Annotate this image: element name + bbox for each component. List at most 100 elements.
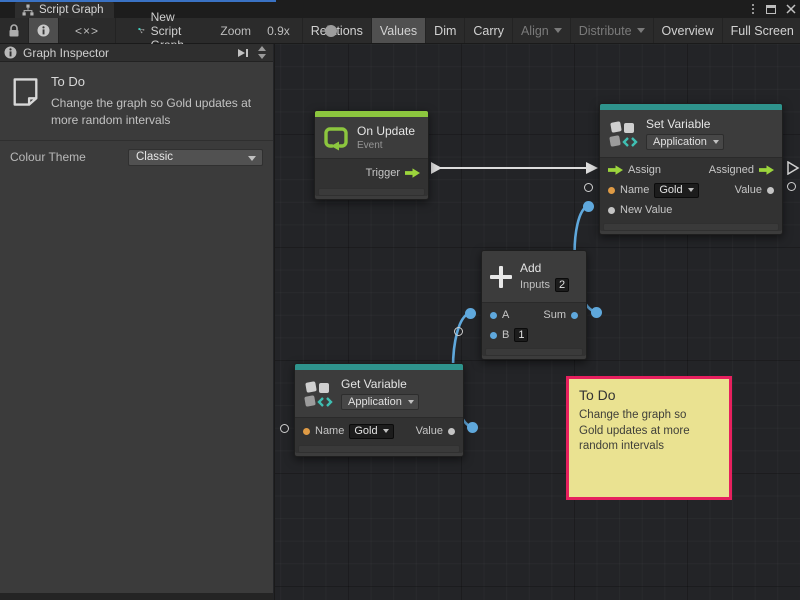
script-graph-icon <box>22 4 34 16</box>
lock-button[interactable] <box>0 18 29 43</box>
wire-endpoint-add-sum[interactable] <box>591 307 602 318</box>
graph-summary-body: Change the graph so Gold updates at more… <box>51 95 263 130</box>
unconnected-port-marker[interactable] <box>787 182 796 191</box>
unconnected-port-marker[interactable] <box>280 424 289 433</box>
flow-continuation-triangle[interactable] <box>787 161 800 175</box>
info-icon <box>4 46 17 59</box>
variables-icon <box>608 119 638 149</box>
trigger-port-label: Trigger <box>366 167 400 179</box>
graph-inspector-title: Graph Inspector <box>23 46 231 60</box>
tab-bar: Script Graph <box>0 0 800 18</box>
node-title: Get Variable <box>341 377 419 391</box>
variable-scope-dropdown[interactable]: Application <box>341 394 419 410</box>
name-input-port[interactable] <box>303 428 310 435</box>
unconnected-port-marker[interactable] <box>454 327 463 336</box>
inputs-count-field[interactable]: 2 <box>555 278 569 292</box>
sticky-note-body: Change the graph so Gold updates at more… <box>579 408 703 455</box>
values-button[interactable]: Values <box>371 18 425 43</box>
distribute-button[interactable]: Distribute <box>570 18 653 43</box>
values-code-toggle-button[interactable]: <×> <box>59 18 116 43</box>
scroll-down-icon[interactable] <box>258 54 266 59</box>
a-port-label: A <box>502 309 509 321</box>
panel-bottom-strip <box>0 593 273 600</box>
name-input-port[interactable] <box>608 187 615 194</box>
code-toggle-glyph: <×> <box>75 24 99 38</box>
window-controls <box>750 0 796 18</box>
graph-inspector-panel: To Do Change the graph so Gold updates a… <box>0 62 273 593</box>
more-menu-icon[interactable] <box>750 2 756 16</box>
node-title: Add <box>520 261 541 275</box>
colour-theme-row: Colour Theme Classic <box>0 141 273 174</box>
node-footer <box>318 188 425 196</box>
on-update-loop-icon <box>323 125 349 151</box>
zoom-label: Zoom <box>220 24 251 38</box>
variable-scope-dropdown[interactable]: Application <box>646 134 724 150</box>
b-input-port[interactable] <box>490 332 497 339</box>
wire-endpoint-setvariable-newvalue[interactable] <box>583 201 594 212</box>
collapse-panel-icon[interactable] <box>237 47 249 59</box>
node-set-variable[interactable]: Set Variable Application Assign Assigned <box>599 103 783 235</box>
unconnected-port-marker[interactable] <box>584 183 593 192</box>
b-value-field[interactable]: 1 <box>514 328 528 342</box>
scroll-up-icon[interactable] <box>258 46 266 51</box>
node-footer <box>603 223 779 231</box>
assigned-port-label: Assigned <box>709 164 754 176</box>
value-output-port[interactable] <box>448 428 455 435</box>
sticky-note[interactable]: To Do Change the graph so Gold updates a… <box>566 376 732 500</box>
graph-canvas[interactable]: On Update Event Trigger <box>274 44 800 600</box>
chevron-down-icon <box>408 400 414 404</box>
chevron-down-icon <box>688 188 694 192</box>
node-add[interactable]: Add Inputs 2 A Sum B <box>481 250 587 360</box>
inspector-toggle-button[interactable] <box>29 18 59 43</box>
value-port-label: Value <box>416 425 443 437</box>
name-port-label: Name <box>620 184 649 196</box>
unity-visual-scripting-window: Script Graph <×> <box>0 0 800 600</box>
variable-name-dropdown[interactable]: Gold <box>349 424 393 439</box>
toolbar-button-group: Relations Values Dim Carry Align Distrib… <box>302 18 800 43</box>
sum-output-port[interactable] <box>571 312 578 319</box>
wire-endpoint-getvariable-value[interactable] <box>467 422 478 433</box>
assigned-output-port[interactable] <box>759 165 774 175</box>
maximize-icon[interactable] <box>766 5 776 14</box>
graph-summary: To Do Change the graph so Gold updates a… <box>0 62 273 141</box>
node-footer <box>485 348 583 356</box>
new-value-input-port[interactable] <box>608 207 615 214</box>
align-button[interactable]: Align <box>512 18 570 43</box>
name-port-label: Name <box>315 425 344 437</box>
chevron-down-icon <box>713 140 719 144</box>
graph-asset-icon <box>138 24 145 37</box>
a-input-port[interactable] <box>490 312 497 319</box>
overview-button[interactable]: Overview <box>653 18 722 43</box>
variables-icon <box>303 379 333 409</box>
dim-button[interactable]: Dim <box>425 18 464 43</box>
graph-summary-title: To Do <box>51 74 263 89</box>
carry-button[interactable]: Carry <box>464 18 512 43</box>
add-plus-icon <box>490 266 512 288</box>
value-output-port[interactable] <box>767 187 774 194</box>
zoom-value: 0.9x <box>267 24 290 38</box>
full-screen-button[interactable]: Full Screen <box>722 18 800 43</box>
assign-input-port[interactable] <box>608 165 623 175</box>
graph-inspector-header: Graph Inspector <box>0 44 273 62</box>
node-title: On Update <box>357 124 415 138</box>
chevron-down-icon <box>383 429 389 433</box>
variable-name-dropdown[interactable]: Gold <box>654 183 698 198</box>
new-value-port-label: New Value <box>620 204 672 216</box>
sticky-note-title: To Do <box>579 387 719 403</box>
zoom-slider-handle[interactable] <box>325 25 337 37</box>
colour-theme-label: Colour Theme <box>10 150 128 164</box>
tab-script-graph[interactable]: Script Graph <box>15 2 114 18</box>
colour-theme-dropdown[interactable]: Classic <box>128 149 263 166</box>
chevron-down-icon <box>637 28 645 33</box>
wire-endpoint-add-a[interactable] <box>465 308 476 319</box>
node-on-update[interactable]: On Update Event Trigger <box>314 110 429 200</box>
node-get-variable[interactable]: Get Variable Application Name Gold <box>294 363 464 457</box>
close-icon[interactable] <box>786 4 796 14</box>
chevron-down-icon <box>554 28 562 33</box>
trigger-output-port[interactable] <box>405 168 420 178</box>
wire-trigger-to-assign[interactable] <box>431 162 598 174</box>
chevron-down-icon <box>248 156 256 161</box>
info-icon <box>37 24 50 37</box>
node-title: Set Variable <box>646 117 724 131</box>
graph-title: New Script Graph <box>138 18 192 43</box>
